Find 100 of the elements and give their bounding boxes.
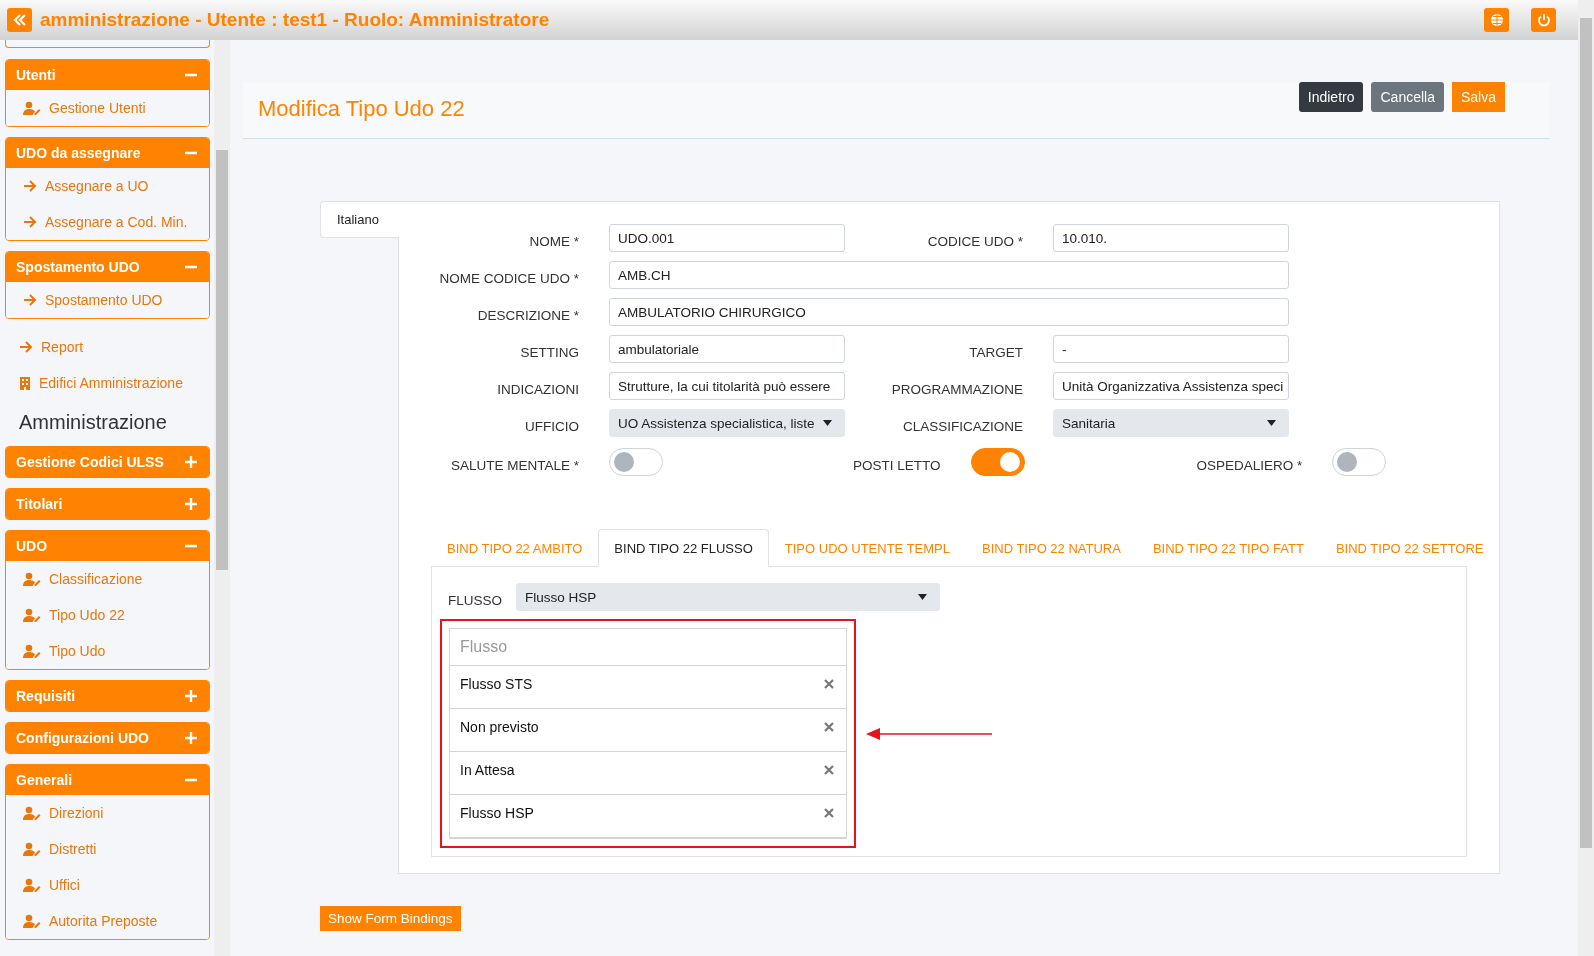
dropdown-caret-icon — [1267, 420, 1276, 426]
sidebar-heading: Amministrazione — [18, 410, 168, 435]
user-edit-icon — [23, 806, 41, 820]
panel-header[interactable]: Generali — [6, 765, 209, 795]
sidebar-item[interactable]: Spostamento UDO — [6, 282, 209, 318]
panel-title: Generali — [16, 772, 73, 788]
action-button[interactable]: Cancella — [1371, 82, 1444, 112]
dropdown-caret-icon — [918, 594, 927, 600]
text-field[interactable]: AMBULATORIO CHIRURGICO — [609, 298, 1289, 326]
item-label: Non previsto — [460, 719, 539, 735]
sidebar-item[interactable]: Classificazione — [6, 561, 209, 597]
sidebar-item[interactable]: Tipo Udo — [6, 633, 209, 669]
language-button[interactable] — [1484, 8, 1509, 32]
remove-icon[interactable] — [824, 808, 834, 818]
select-field[interactable]: Sanitaria — [1053, 409, 1289, 437]
scrollbar[interactable] — [1578, 0, 1594, 956]
tab[interactable]: BIND TIPO 22 FLUSSO — [598, 529, 769, 567]
tab[interactable]: BIND TIPO 22 AMBITO — [431, 529, 599, 567]
text-field[interactable]: Unità Organizzativa Assistenza speci — [1053, 372, 1289, 400]
select-field[interactable]: Flusso HSP — [516, 583, 940, 611]
user-edit-icon — [23, 842, 41, 856]
action-button[interactable]: Salva — [1451, 82, 1505, 112]
panel-header[interactable]: Gestione Codici ULSS — [6, 447, 209, 477]
app-title: amministrazione - Utente : test1 - Ruolo: Amministratore — [40, 9, 550, 31]
sidebar-item[interactable]: Uffici — [6, 867, 209, 903]
scrollbar[interactable] — [214, 40, 230, 956]
arrow-right-icon — [23, 216, 37, 228]
panel-header[interactable]: Configurazioni UDO — [6, 723, 209, 753]
text-field[interactable]: ambulatoriale — [609, 335, 845, 363]
panel-title: Utenti — [16, 67, 56, 83]
text-field[interactable]: UDO.001 — [609, 224, 845, 252]
field-label: NOME CODICE UDO * — [438, 269, 579, 286]
arrow-right-icon — [23, 294, 37, 306]
panel-header[interactable]: UDO da assegnare — [6, 138, 209, 168]
sidebar-item[interactable]: Direzioni — [6, 795, 209, 831]
field-label: TARGET — [968, 343, 1023, 360]
field-label: SETTING — [519, 343, 579, 360]
panel-title: Configurazioni UDO — [16, 730, 149, 746]
field-label: SALUTE MENTALE * — [449, 456, 579, 473]
remove-icon[interactable] — [824, 679, 834, 689]
building-icon — [19, 376, 31, 390]
toggle-switch[interactable] — [609, 448, 663, 476]
list-item[interactable]: Non previsto — [450, 709, 846, 752]
item-label: Flusso HSP — [460, 805, 534, 821]
sidebar-item[interactable]: Gestione Utenti — [6, 90, 209, 126]
sidebar-item[interactable]: Tipo Udo 22 — [6, 597, 209, 633]
text-field[interactable]: 10.010. — [1053, 224, 1289, 252]
field-label: OSPEDALIERO * — [1196, 456, 1303, 473]
select-field[interactable]: UO Assistenza specialistica, liste — [609, 409, 845, 437]
user-edit-icon — [23, 644, 41, 658]
field-label: CODICE UDO * — [926, 232, 1023, 249]
panel-title: Titolari — [16, 496, 63, 512]
sidebar-item[interactable]: Assegnare a UO — [6, 168, 209, 204]
remove-icon[interactable] — [824, 765, 834, 775]
field-label: NOME * — [528, 232, 579, 249]
list-item[interactable]: Flusso HSP — [450, 795, 846, 838]
tab[interactable]: TIPO UDO UTENTE TEMPL — [768, 529, 966, 567]
page-title: Modifica Tipo Udo 22 — [258, 96, 465, 122]
text-field[interactable]: Strutture, la cui titolarità può essere — [609, 372, 845, 400]
tab[interactable]: BIND TIPO 22 TIPO FATT — [1136, 529, 1320, 567]
field-label: UFFICIO — [524, 417, 579, 434]
panel-header[interactable]: Titolari — [6, 489, 209, 519]
arrow-right-icon — [19, 341, 33, 353]
panel-header[interactable]: UDO — [6, 531, 209, 561]
power-button[interactable] — [1531, 8, 1556, 32]
panel-title: UDO — [16, 538, 48, 554]
field-label: FLUSSO — [448, 591, 502, 608]
field-label: INDICAZIONI — [496, 380, 579, 397]
list-item[interactable]: In Attesa — [450, 752, 846, 795]
double-chevron-icon — [12, 14, 27, 26]
sidebar-link[interactable]: Report — [5, 329, 210, 365]
globe-icon — [1489, 13, 1504, 27]
list-item[interactable]: Flusso STS — [450, 666, 846, 709]
text-field[interactable]: - — [1053, 335, 1289, 363]
field-label: CLASSIFICAZIONE — [901, 417, 1023, 434]
user-edit-icon — [23, 572, 41, 586]
collapse-button[interactable] — [7, 8, 32, 32]
panel-header[interactable]: Requisiti — [6, 681, 209, 711]
tab[interactable]: BIND TIPO 22 NATURA — [966, 529, 1137, 567]
sidebar-item[interactable]: Autorita Preposte — [6, 903, 209, 939]
user-edit-icon — [23, 608, 41, 622]
item-label: Flusso STS — [460, 676, 533, 692]
action-button[interactable]: Indietro — [1298, 82, 1364, 112]
text-field[interactable]: AMB.CH — [609, 261, 1289, 289]
sidebar-link[interactable]: Edifici Amministrazione — [5, 365, 210, 401]
user-edit-icon — [23, 101, 41, 115]
panel-header[interactable]: Utenti — [6, 60, 209, 90]
panel-title: Gestione Codici ULSS — [16, 454, 164, 470]
sidebar-item[interactable]: Distretti — [6, 831, 209, 867]
show-bindings-button[interactable]: Show Form Bindings — [320, 906, 461, 931]
tab[interactable]: BIND TIPO 22 SETTORE — [1319, 529, 1500, 567]
remove-icon[interactable] — [824, 722, 834, 732]
field-label: PROGRAMMAZIONE — [890, 380, 1023, 397]
toggle-switch[interactable] — [1332, 448, 1387, 476]
panel-title: UDO da assegnare — [16, 145, 141, 161]
panel-title: Requisiti — [16, 688, 76, 704]
panel-header[interactable]: Spostamento UDO — [6, 252, 209, 282]
language-tab[interactable]: Italiano — [320, 201, 399, 238]
toggle-switch[interactable] — [970, 448, 1025, 476]
sidebar-item[interactable]: Assegnare a Cod. Min. — [6, 204, 209, 240]
